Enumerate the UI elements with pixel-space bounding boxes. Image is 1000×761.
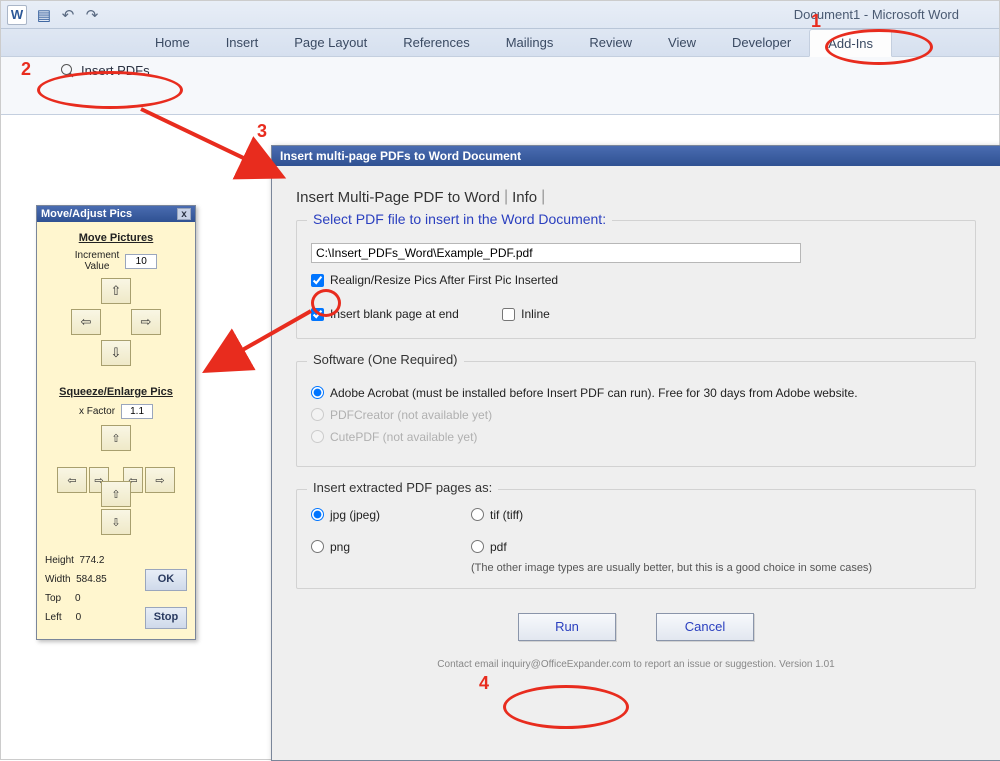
squeeze-enlarge-heading: Squeeze/Enlarge Pics: [43, 386, 189, 398]
annotation-number-4: 4: [479, 673, 489, 694]
dialog-tab-separator: |: [500, 188, 512, 206]
pdfcreator-radio: [311, 408, 324, 421]
tif-label: tif (tiff): [490, 508, 523, 522]
move-left-button[interactable]: ⇦: [71, 309, 101, 335]
picture-stats: Height 774.2 Width 584.85 OK Top 0 Left …: [43, 553, 189, 629]
move-right-button[interactable]: ⇨: [131, 309, 161, 335]
tab-mailings[interactable]: Mailings: [488, 29, 572, 56]
annotation-number-2: 2: [21, 59, 31, 80]
width-value: 584.85: [76, 574, 107, 585]
top-value: 0: [75, 593, 81, 604]
xfactor-input[interactable]: [121, 404, 153, 419]
move-up-button[interactable]: ⇧: [101, 278, 131, 304]
stop-button[interactable]: Stop: [145, 607, 187, 629]
width-label: Width: [45, 574, 71, 585]
jpg-label: jpg (jpeg): [330, 508, 380, 522]
ribbon-band: Insert PDFs: [1, 57, 999, 115]
dialog-body: Insert Multi-Page PDF to Word | Info | S…: [272, 166, 1000, 678]
resize-right-out-button[interactable]: ⇨: [145, 467, 175, 493]
quick-access-toolbar: W ▤ ↶ ↷ Document1 - Microsoft Word: [1, 1, 999, 29]
move-adjust-titlebar[interactable]: Move/Adjust Pics x: [37, 206, 195, 222]
pdf-radio[interactable]: [471, 540, 484, 553]
pdf-label: pdf: [490, 540, 507, 554]
ribbon-tab-row: Home Insert Page Layout References Maili…: [1, 29, 999, 57]
increment-value-input[interactable]: [125, 254, 157, 269]
resize-left-out-button[interactable]: ⇦: [57, 467, 87, 493]
move-dpad: ⇧ ⇦ ⇨ ⇩: [71, 278, 161, 366]
ok-button[interactable]: OK: [145, 569, 187, 591]
cancel-button[interactable]: Cancel: [656, 613, 754, 641]
tif-radio[interactable]: [471, 508, 484, 521]
move-adjust-title: Move/Adjust Pics: [41, 208, 132, 220]
resize-bottom-out-button[interactable]: ⇩: [101, 509, 131, 535]
tab-insert[interactable]: Insert: [208, 29, 277, 56]
word-app-icon: W: [7, 5, 27, 25]
top-label: Top: [45, 593, 61, 604]
acrobat-label: Adobe Acrobat (must be installed before …: [330, 386, 858, 400]
image-format-note: (The other image types are usually bette…: [311, 562, 961, 574]
run-button[interactable]: Run: [518, 613, 616, 641]
resize-bottom-in-button[interactable]: ⇧: [101, 481, 131, 507]
annotation-number-3: 3: [257, 121, 267, 142]
tab-review[interactable]: Review: [571, 29, 650, 56]
left-label: Left: [45, 612, 62, 623]
inline-label: Inline: [521, 307, 550, 321]
tab-view[interactable]: View: [650, 29, 714, 56]
software-group-title: Software (One Required): [307, 352, 464, 367]
pdfcreator-label: PDFCreator (not available yet): [330, 408, 492, 422]
close-icon[interactable]: x: [177, 208, 191, 220]
png-radio[interactable]: [311, 540, 324, 553]
realign-checkbox[interactable]: [311, 274, 324, 287]
dialog-titlebar[interactable]: Insert multi-page PDFs to Word Document: [272, 146, 1000, 166]
acrobat-radio[interactable]: [311, 386, 324, 399]
select-pdf-group: Select PDF file to insert in the Word Do…: [296, 220, 976, 339]
insert-as-group: Insert extracted PDF pages as: jpg (jpeg…: [296, 489, 976, 589]
inline-checkbox[interactable]: [502, 308, 515, 321]
redo-icon[interactable]: ↷: [81, 5, 103, 25]
height-value: 774.2: [79, 555, 104, 566]
tab-page-layout[interactable]: Page Layout: [276, 29, 385, 56]
tab-developer[interactable]: Developer: [714, 29, 809, 56]
save-icon[interactable]: ▤: [33, 5, 55, 25]
tab-add-ins[interactable]: Add-Ins: [809, 29, 892, 57]
blank-page-label: Insert blank page at end: [330, 307, 459, 321]
png-label: png: [330, 540, 350, 554]
left-value: 0: [76, 612, 82, 623]
cutepdf-radio: [311, 430, 324, 443]
dialog-footer: Contact email inquiry@OfficeExpander.com…: [296, 659, 976, 670]
height-label: Height: [45, 555, 74, 566]
dialog-tab-main[interactable]: Insert Multi-Page PDF to Word: [296, 189, 500, 206]
cutepdf-label: CutePDF (not available yet): [330, 430, 477, 444]
increment-label: Increment Value: [75, 250, 119, 272]
tab-references[interactable]: References: [385, 29, 487, 56]
select-pdf-group-title: Select PDF file to insert in the Word Do…: [307, 211, 612, 227]
insert-pdfs-button[interactable]: Insert PDFs: [61, 63, 150, 78]
resize-top-out-button[interactable]: ⇧: [101, 425, 131, 451]
blank-page-checkbox[interactable]: [311, 308, 324, 321]
pdf-path-input[interactable]: [311, 243, 801, 263]
move-adjust-pics-window: Move/Adjust Pics x Move Pictures Increme…: [36, 205, 196, 640]
insert-pdfs-label: Insert PDFs: [81, 63, 150, 78]
dialog-tab-info[interactable]: Info: [512, 189, 537, 206]
resize-pad: ⇩ ⇧ ⇦ ⇨ ⇦ ⇨ ⇧ ⇩: [57, 425, 175, 535]
tab-home[interactable]: Home: [137, 29, 208, 56]
annotation-number-1: 1: [811, 11, 821, 32]
insert-as-group-title: Insert extracted PDF pages as:: [307, 480, 498, 495]
jpg-radio[interactable]: [311, 508, 324, 521]
magnifier-icon: [61, 64, 75, 78]
realign-label: Realign/Resize Pics After First Pic Inse…: [330, 273, 558, 287]
move-pictures-heading: Move Pictures: [43, 232, 189, 244]
move-adjust-body: Move Pictures Increment Value ⇧ ⇦ ⇨ ⇩ Sq…: [37, 222, 195, 639]
dialog-title: Insert multi-page PDFs to Word Document: [280, 149, 521, 163]
insert-pdf-dialog: Insert multi-page PDFs to Word Document …: [271, 145, 1000, 761]
xfactor-label: x Factor: [79, 406, 115, 417]
software-group: Software (One Required) Adobe Acrobat (m…: [296, 361, 976, 467]
dialog-tab-separator-2: |: [537, 188, 549, 206]
undo-icon[interactable]: ↶: [57, 5, 79, 25]
move-down-button[interactable]: ⇩: [101, 340, 131, 366]
